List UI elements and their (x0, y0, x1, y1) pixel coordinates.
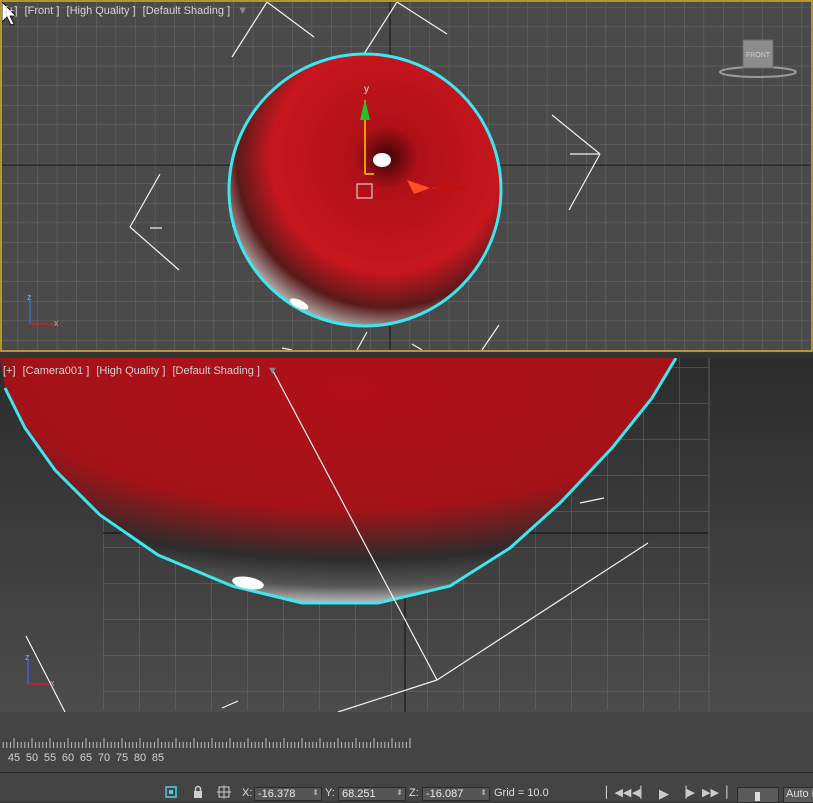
y-coord-label: Y: (325, 787, 335, 799)
goto-start-icon[interactable]: ▏◀◀ (606, 786, 631, 800)
timeline-tick-label: 50 (25, 752, 39, 764)
z-coord-value: -16.087 (426, 788, 464, 800)
axis-tripod-camera: z x (25, 652, 55, 688)
viewport-quality-menu[interactable]: [High Quality ] (67, 5, 136, 17)
x-coord-value: -16.378 (258, 788, 296, 800)
isolate-icon[interactable] (163, 785, 179, 799)
key-mode-button[interactable] (737, 787, 779, 803)
viewcube-face-label: FRONT (746, 52, 771, 59)
y-coord-field[interactable]: 68.251 ⬍ (338, 787, 406, 801)
x-coord-label: X: (242, 787, 253, 799)
svg-text:x: x (50, 678, 55, 688)
timeline-tick-label: 45 (7, 752, 21, 764)
funnel-icon[interactable]: ▼ (267, 365, 278, 377)
next-frame-icon[interactable]: ▕▶ (678, 786, 695, 800)
front-viewport-label: [+] [Front ] [High Quality ] [Default Sh… (5, 5, 252, 17)
camera-viewport-label: [+] [Camera001 ] [High Quality ] [Defaul… (3, 365, 282, 377)
timeline-tick-label: 60 (61, 752, 75, 764)
funnel-icon[interactable]: ▼ (237, 5, 248, 17)
svg-text:z: z (25, 652, 30, 662)
gizmo-y-label: y (364, 84, 369, 95)
timeline-tick-label: 80 (133, 752, 147, 764)
x-coord-field[interactable]: -16.378 ⬍ (254, 787, 322, 801)
viewport-plus-menu[interactable]: [+] (5, 5, 18, 17)
timeline-tick-label: 75 (115, 752, 129, 764)
timeline-tick-label: 85 (151, 752, 165, 764)
z-coord-field[interactable]: -16.087 ⬍ (422, 787, 490, 801)
auto-key-button[interactable]: Auto K (783, 787, 813, 803)
transform-mode-icon[interactable] (216, 785, 232, 799)
camera-quality-menu[interactable]: [High Quality ] (96, 365, 165, 377)
lock-icon[interactable] (190, 785, 206, 799)
timeline-tick-label: 65 (79, 752, 93, 764)
specular-highlight (373, 153, 391, 167)
svg-text:z: z (27, 292, 32, 302)
timeline-ruler[interactable]: 45 50 55 60 65 70 75 80 85 (0, 712, 813, 772)
timeline-tick-label: 55 (43, 752, 57, 764)
svg-text:x: x (54, 318, 59, 328)
viewport-shading-menu[interactable]: [Default Shading ] (143, 5, 230, 17)
timeline-tick-label: 70 (97, 752, 111, 764)
viewport-pov-menu[interactable]: [Front ] (25, 5, 60, 17)
play-icon[interactable]: ▶ (656, 786, 672, 801)
camera-viewport[interactable]: z x [+] [Camera001 ] [High Quality ] [De… (0, 358, 813, 712)
status-bar: X: -16.378 ⬍ Y: 68.251 ⬍ Z: -16.087 ⬍ Grid … (0, 772, 813, 803)
camera-shading-menu[interactable]: [Default Shading ] (172, 365, 259, 377)
camera-pov-menu[interactable]: [Camera001 ] (23, 365, 90, 377)
front-viewport-scene[interactable]: y FRONT z x (2, 2, 811, 350)
camera-viewport-scene[interactable]: z x (0, 358, 813, 712)
prev-frame-icon[interactable]: ◀▏ (632, 786, 649, 800)
grid-size: Grid = 10.0 (494, 787, 549, 799)
goto-end-icon[interactable]: ▶▶▕ (702, 786, 727, 800)
timeline-ticks (2, 738, 411, 748)
y-coord-value: 68.251 (342, 788, 376, 800)
camera-plus-menu[interactable]: [+] (3, 365, 16, 377)
z-coord-label: Z: (409, 787, 419, 799)
front-viewport[interactable]: y FRONT z x [+] [Front ] [High Quality ]… (0, 0, 813, 352)
